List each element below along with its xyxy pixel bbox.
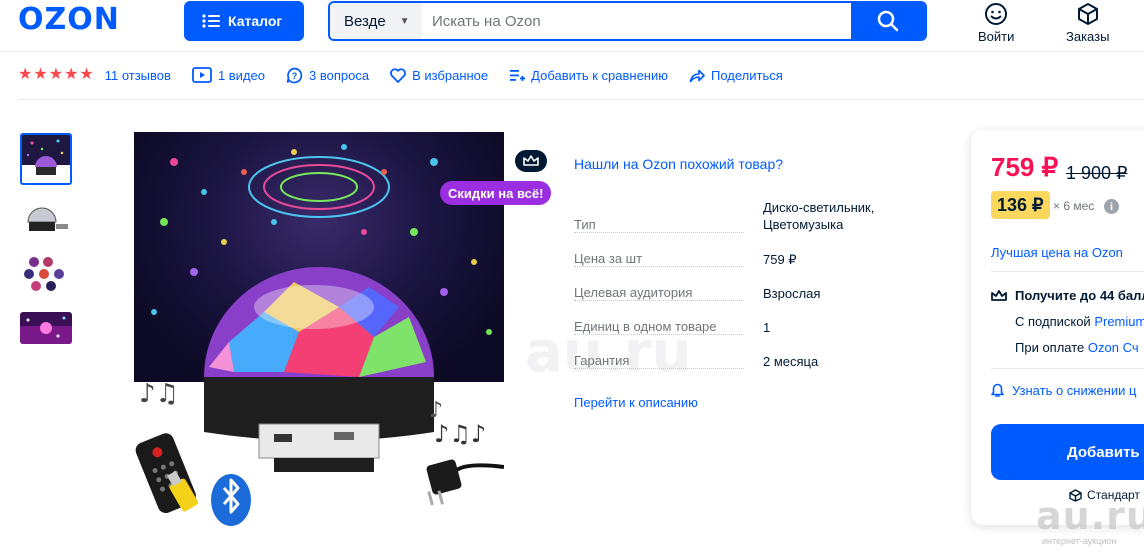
svg-text:♪♫♪: ♪♫♪: [434, 420, 486, 448]
info-icon[interactable]: i: [1104, 199, 1119, 214]
color-modes-thumbnail-icon: [20, 254, 72, 294]
spec-value: 2 месяца: [763, 354, 819, 369]
crown-icon: [991, 289, 1007, 301]
login-label: Войти: [978, 29, 1015, 44]
price-card: 759 ₽ 1 900 ₽ 136 ₽ × 6 мес i Лучшая цен…: [971, 130, 1144, 525]
spec-value: Диско-светильник, Цветомузыка: [763, 200, 875, 232]
search-scope-label: Везде: [344, 12, 386, 30]
installment-term: × 6 мес: [1053, 199, 1095, 213]
star-icon: ★: [48, 66, 64, 83]
spec-value: 759 ₽: [763, 252, 797, 267]
search-input[interactable]: [422, 3, 851, 39]
rating-stars[interactable]: ★ ★ ★ ★ ★: [18, 67, 95, 83]
ozon-logo[interactable]: OZON: [18, 2, 120, 37]
star-icon: ★: [79, 66, 94, 83]
share-label: Поделиться: [711, 67, 783, 83]
description-link[interactable]: Перейти к описанию: [574, 395, 698, 410]
search-scope-select[interactable]: Везде ▼: [330, 3, 422, 39]
chat-question-icon: ?: [286, 67, 303, 83]
old-price: 1 900 ₽: [1066, 163, 1128, 183]
orders-button[interactable]: Заказы: [1066, 2, 1109, 44]
disco-ball-thumbnail-icon: [22, 135, 70, 183]
bell-icon: [991, 383, 1004, 397]
spec-value: 1: [763, 320, 771, 335]
bonus-card: При оплате Ozon Сч: [1015, 340, 1139, 355]
smile-icon: [985, 3, 1008, 25]
gallery-thumbnail[interactable]: [20, 312, 72, 344]
video-icon: [192, 67, 212, 83]
price-drop-notify-link[interactable]: Узнать о снижении ц: [991, 383, 1136, 398]
installment-price[interactable]: 136 ₽: [991, 191, 1050, 219]
au-ru-watermark: au.ru: [1036, 494, 1144, 538]
favorites-link[interactable]: В избранное: [390, 68, 488, 83]
list-icon: [202, 14, 220, 28]
promo-badge[interactable]: Скидки на всё!: [440, 181, 552, 205]
ozon-card-link[interactable]: Ozon Сч: [1088, 340, 1139, 355]
compare-icon: [510, 70, 526, 81]
questions-label: 3 вопроса: [309, 67, 370, 83]
gallery-thumbnail[interactable]: [20, 254, 72, 306]
spec-key: Цена за шт: [574, 251, 744, 267]
bonus-subscription-prefix: С подпиской: [1015, 314, 1095, 329]
share-link[interactable]: Поделиться: [689, 68, 783, 83]
spec-key: Целевая аудитория: [574, 285, 744, 301]
star-icon: ★: [64, 66, 79, 83]
login-button[interactable]: Войти: [978, 2, 1014, 44]
premium-badge: [515, 150, 547, 172]
premium-link[interactable]: Premium: [1094, 314, 1144, 329]
divider: [991, 368, 1144, 369]
favorites-label: В избранное: [412, 67, 489, 83]
spec-value: Взрослая: [763, 286, 821, 301]
bonus-title[interactable]: Получите до 44 балл: [991, 288, 1144, 303]
bonus-title-label: Получите до 44 балл: [1015, 288, 1144, 303]
bonus-card-prefix: При оплате: [1015, 340, 1088, 355]
best-price-link[interactable]: Лучшая цена на Ozon: [991, 245, 1123, 260]
gallery-thumbnail[interactable]: [20, 196, 72, 248]
spec-key: Тип: [574, 217, 744, 233]
svg-text:?: ?: [292, 71, 298, 81]
notify-label: Узнать о снижении ц: [1012, 383, 1137, 398]
current-price: 759 ₽: [991, 152, 1059, 182]
caret-down-icon: ▼: [399, 15, 410, 27]
catalog-button[interactable]: Каталог: [184, 1, 304, 41]
room-effect-thumbnail-icon: [20, 312, 72, 344]
similar-product-link[interactable]: Нашли на Ozon похожий товар?: [574, 156, 783, 172]
spec-key: Единиц в одном товаре: [574, 319, 744, 335]
header: OZON Каталог Везде ▼ Искать на Ozon Войт…: [0, 0, 1144, 52]
compare-label: Добавить к сравнению: [531, 67, 668, 83]
speaker-ball-thumbnail-icon: [20, 196, 72, 248]
divider: [991, 271, 1144, 272]
spec-key: Гарантия: [574, 353, 744, 369]
video-link[interactable]: 1 видео: [192, 67, 265, 83]
product-actions: ★ ★ ★ ★ ★ 11 отзывов 1 видео ? 3 вопроса: [18, 63, 804, 87]
search-button[interactable]: [851, 3, 925, 39]
product-page: OZON Каталог Везде ▼ Искать на Ozon Войт…: [0, 0, 1144, 552]
svg-text:♪♫: ♪♫: [139, 379, 179, 409]
questions-link[interactable]: ? 3 вопроса: [286, 67, 369, 84]
video-label: 1 видео: [217, 67, 265, 83]
star-icon: ★: [18, 66, 33, 83]
star-icon: ★: [33, 66, 48, 83]
gallery-thumbnail[interactable]: [20, 133, 72, 185]
add-to-cart-button[interactable]: Добавить в: [991, 424, 1144, 480]
divider: [18, 99, 1144, 100]
crown-icon: [523, 155, 539, 166]
au-ru-watermark-subtitle: интернет-аукцион: [1042, 536, 1117, 546]
search-bar: Везде ▼: [328, 1, 927, 41]
share-icon: [689, 69, 705, 82]
search-icon: [877, 10, 899, 32]
compare-link[interactable]: Добавить к сравнению: [509, 67, 668, 83]
bonus-subscription: С подпиской Premium: [1015, 314, 1144, 329]
catalog-label: Каталог: [228, 13, 283, 29]
heart-icon: [390, 67, 406, 83]
reviews-link[interactable]: 11 отзывов: [105, 68, 171, 83]
box-icon: [1077, 3, 1098, 25]
orders-label: Заказы: [1066, 29, 1110, 44]
